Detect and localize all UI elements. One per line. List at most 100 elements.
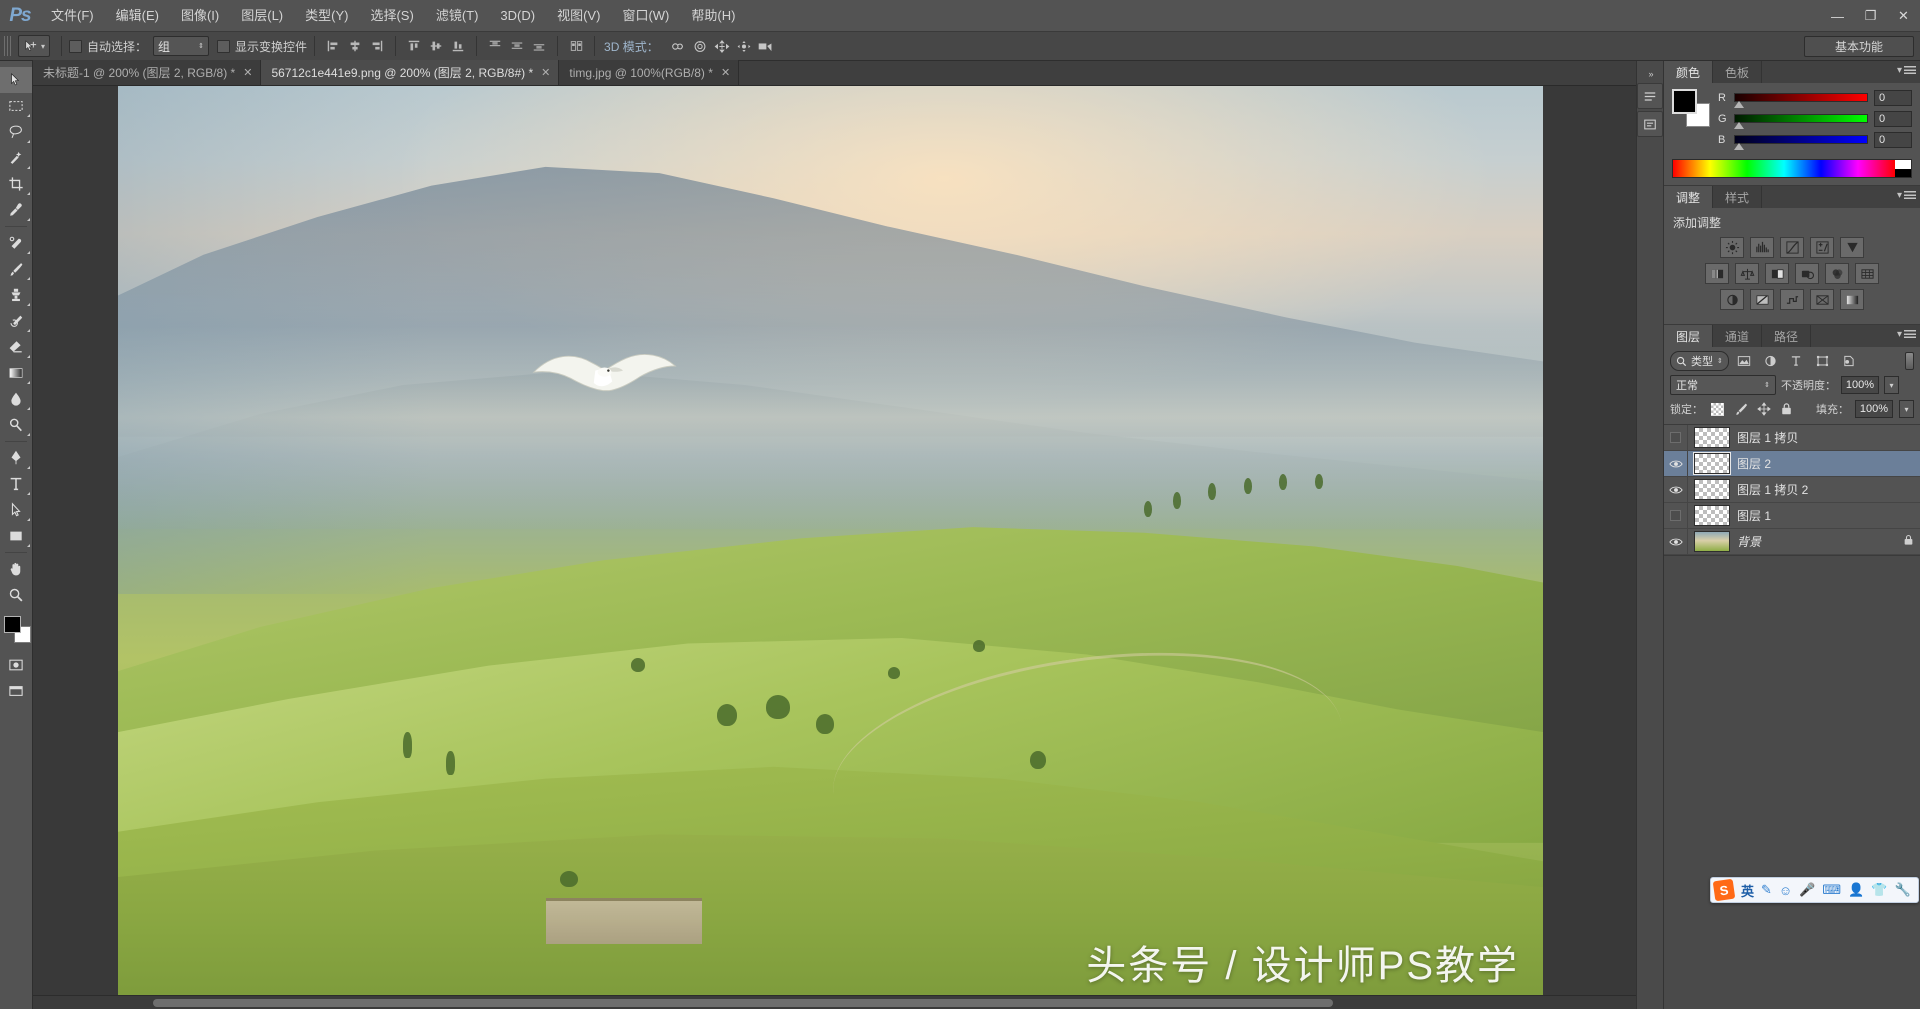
channel-mixer-icon[interactable] xyxy=(1825,263,1849,284)
eyedropper-tool[interactable] xyxy=(0,197,32,223)
foreground-color-swatch[interactable] xyxy=(4,616,21,633)
layer-visibility-toggle[interactable] xyxy=(1664,450,1688,477)
filter-enable-toggle[interactable] xyxy=(1905,352,1914,370)
slider-track-g[interactable] xyxy=(1734,114,1868,129)
menu-type[interactable]: 类型(Y) xyxy=(294,0,359,32)
adjustments-panel-menu-button[interactable]: ▾ xyxy=(1897,190,1916,201)
document-tab-2[interactable]: 56712c1e441e9.png @ 200% (图层 2, RGB/8#) … xyxy=(261,60,560,85)
vibrance-icon[interactable] xyxy=(1840,237,1864,258)
layer-row-2[interactable]: 图层 1 拷贝 2 xyxy=(1664,476,1920,503)
opacity-value[interactable]: 100% xyxy=(1841,376,1879,394)
gradient-map-icon[interactable] xyxy=(1840,289,1864,310)
canvas-area[interactable]: 头条号 / 设计师PS教学 xyxy=(33,86,1637,1009)
slider-knob-b[interactable] xyxy=(1734,143,1744,150)
pen-icon[interactable]: ✎ xyxy=(1761,882,1772,898)
black-white-icon[interactable] xyxy=(1765,263,1789,284)
layer-visibility-toggle[interactable] xyxy=(1664,424,1688,451)
color-lookup-icon[interactable] xyxy=(1855,263,1879,284)
layers-panel-menu-button[interactable]: ▾ xyxy=(1897,329,1916,340)
canvas-horizontal-scrollbar[interactable] xyxy=(33,995,1637,1009)
screen-mode-toggle[interactable] xyxy=(0,678,32,704)
path-selection-tool[interactable] xyxy=(0,497,32,523)
roll-3d-object-button[interactable] xyxy=(689,36,711,57)
type-tool[interactable] xyxy=(0,471,32,497)
channel-value-g[interactable]: 0 xyxy=(1874,110,1912,127)
brightness-contrast-icon[interactable] xyxy=(1720,237,1744,258)
blur-tool[interactable] xyxy=(0,386,32,412)
hue-ramp[interactable] xyxy=(1673,160,1895,177)
black-chip[interactable] xyxy=(1895,168,1911,177)
distribute-vertical-centers-button[interactable] xyxy=(506,36,528,57)
minimize-button[interactable]: — xyxy=(1821,0,1854,32)
lasso-tool[interactable] xyxy=(0,119,32,145)
layer-visibility-toggle[interactable] xyxy=(1664,476,1688,503)
layer-row-0[interactable]: 图层 1 拷贝 xyxy=(1664,424,1920,451)
posterize-icon[interactable] xyxy=(1750,289,1774,310)
tab-channels[interactable]: 通道 xyxy=(1713,325,1763,347)
skin-icon[interactable]: 👕 xyxy=(1871,882,1887,898)
tab-adjustments[interactable]: 调整 xyxy=(1664,186,1714,208)
slider-knob-r[interactable] xyxy=(1734,101,1744,108)
current-tool-button[interactable]: ▾ xyxy=(18,35,51,57)
layer-thumbnail[interactable] xyxy=(1694,505,1730,526)
exposure-icon[interactable] xyxy=(1810,237,1834,258)
lock-transparent-pixels-button[interactable] xyxy=(1709,401,1726,418)
lock-all-button[interactable] xyxy=(1778,401,1795,418)
ime-mode-label[interactable]: 英 xyxy=(1741,881,1754,900)
layer-row-3[interactable]: 图层 1 xyxy=(1664,502,1920,529)
tools-icon[interactable]: 🔧 xyxy=(1895,882,1911,898)
foreground-color-chip[interactable] xyxy=(1672,89,1697,114)
filter-type-layers-button[interactable] xyxy=(1786,351,1807,371)
menu-image[interactable]: 图像(I) xyxy=(170,0,230,32)
tab-layers[interactable]: 图层 xyxy=(1664,325,1714,347)
tab-color[interactable]: 颜色 xyxy=(1664,61,1714,83)
channel-value-b[interactable]: 0 xyxy=(1874,131,1912,148)
marquee-tool[interactable] xyxy=(0,93,32,119)
tab-styles[interactable]: 样式 xyxy=(1713,186,1763,208)
layer-visibility-toggle[interactable] xyxy=(1664,502,1688,529)
keyboard-icon[interactable]: ⌨ xyxy=(1822,882,1841,898)
align-horizontal-centers-button[interactable] xyxy=(344,36,366,57)
workspace-switcher-button[interactable]: 基本功能 xyxy=(1804,36,1914,57)
document-tab-1[interactable]: 未标题-1 @ 200% (图层 2, RGB/8) * ✕ xyxy=(33,60,262,85)
brush-tool[interactable] xyxy=(0,256,32,282)
align-left-edges-button[interactable] xyxy=(322,36,344,57)
close-icon[interactable]: ✕ xyxy=(721,66,730,79)
filter-smart-objects-button[interactable] xyxy=(1838,351,1859,371)
crop-tool[interactable] xyxy=(0,171,32,197)
fill-value[interactable]: 100% xyxy=(1855,400,1893,418)
align-right-edges-button[interactable] xyxy=(366,36,388,57)
blend-mode-dropdown[interactable]: 正常 ⇕ xyxy=(1670,375,1776,395)
menu-select[interactable]: 选择(S) xyxy=(359,0,424,32)
color-balance-icon[interactable] xyxy=(1735,263,1759,284)
document-tab-3[interactable]: timg.jpg @ 100%(RGB/8) * ✕ xyxy=(559,60,740,85)
fill-stepper[interactable]: ▾ xyxy=(1899,400,1914,418)
distribute-top-edges-button[interactable] xyxy=(484,36,506,57)
menu-3d[interactable]: 3D(D) xyxy=(489,0,546,32)
auto-select-checkbox[interactable] xyxy=(69,39,83,53)
menu-window[interactable]: 窗口(W) xyxy=(611,0,680,32)
slide-3d-object-button[interactable] xyxy=(733,36,755,57)
menu-layer[interactable]: 图层(L) xyxy=(230,0,294,32)
filter-shape-layers-button[interactable] xyxy=(1812,351,1833,371)
tab-swatches[interactable]: 色板 xyxy=(1713,61,1763,83)
close-icon[interactable]: ✕ xyxy=(541,66,550,79)
clone-stamp-tool[interactable] xyxy=(0,282,32,308)
color-panel-menu-button[interactable]: ▾ xyxy=(1897,65,1916,76)
layer-thumbnail[interactable] xyxy=(1694,531,1730,552)
distribute-bottom-edges-button[interactable] xyxy=(528,36,550,57)
user-icon[interactable]: 👤 xyxy=(1848,882,1864,898)
close-button[interactable]: ✕ xyxy=(1887,0,1920,32)
rectangle-tool[interactable] xyxy=(0,523,32,549)
gradient-tool[interactable] xyxy=(0,360,32,386)
sogou-logo-icon[interactable]: S xyxy=(1712,878,1736,902)
document-canvas[interactable]: 头条号 / 设计师PS教学 xyxy=(118,86,1543,1009)
lock-position-button[interactable] xyxy=(1755,401,1772,418)
dodge-tool[interactable] xyxy=(0,412,32,438)
auto-align-layers-button[interactable] xyxy=(565,36,587,57)
menu-edit[interactable]: 编辑(E) xyxy=(105,0,170,32)
levels-icon[interactable] xyxy=(1750,237,1774,258)
sogou-ime-toolbar[interactable]: S 英 ✎ ☺ 🎤 ⌨ 👤 👕 🔧 xyxy=(1710,877,1919,903)
slider-track-r[interactable] xyxy=(1734,93,1868,108)
slider-track-b[interactable] xyxy=(1734,135,1868,150)
